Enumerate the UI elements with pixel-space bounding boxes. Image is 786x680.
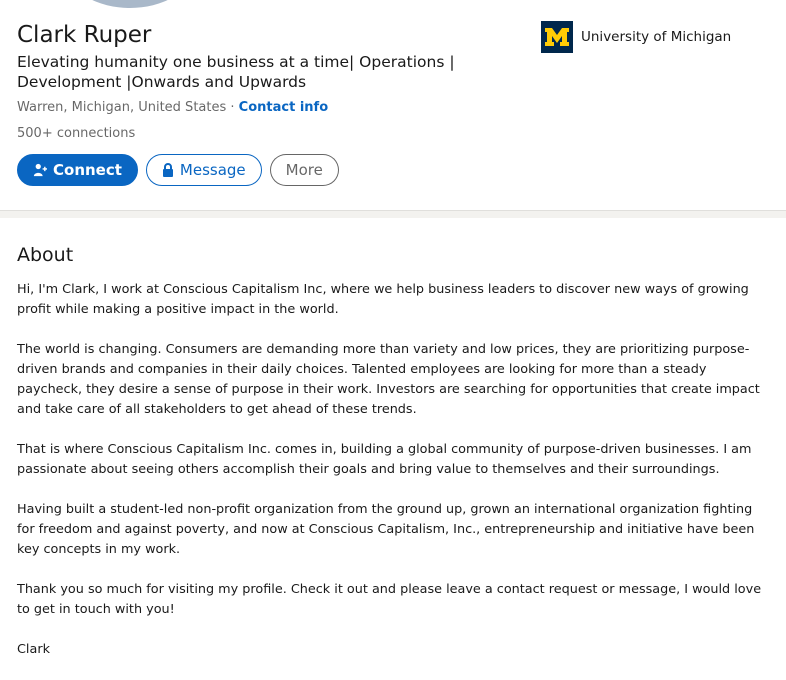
lock-icon: [162, 163, 173, 177]
connections-count[interactable]: 500+ connections: [17, 126, 135, 141]
about-heading: About: [17, 244, 74, 266]
university-of-michigan-logo: [541, 21, 573, 53]
about-text: Hi, I'm Clark, I work at Conscious Capit…: [17, 280, 772, 680]
profile-location-line: Warren, Michigan, United States · Contac…: [17, 100, 328, 115]
separator-dot: ·: [230, 100, 235, 115]
about-paragraph: The world is changing. Consumers are dem…: [17, 342, 760, 417]
more-button[interactable]: More: [269, 154, 339, 186]
add-person-icon: [33, 163, 47, 177]
more-label: More: [285, 161, 323, 179]
contact-info-link[interactable]: Contact info: [239, 100, 328, 115]
message-label: Message: [179, 161, 246, 179]
connect-button[interactable]: Connect: [17, 154, 138, 186]
profile-name: Clark Ruper: [17, 22, 152, 48]
school-name: University of Michigan: [581, 29, 732, 45]
about-paragraph: Thank you so much for visiting my profil…: [17, 582, 762, 617]
profile-photo[interactable]: [70, 0, 190, 8]
about-signature: Clark: [17, 642, 51, 657]
section-divider: [0, 210, 786, 218]
message-button[interactable]: Message: [145, 154, 262, 186]
profile-headline: Elevating humanity one business at a tim…: [17, 53, 455, 91]
location-text: Warren, Michigan, United States: [17, 100, 227, 115]
education-link[interactable]: University of Michigan: [541, 21, 731, 53]
about-paragraph: Having built a student-led non-profit or…: [17, 502, 755, 557]
connect-label: Connect: [53, 161, 122, 179]
about-paragraph: Hi, I'm Clark, I work at Conscious Capit…: [17, 282, 749, 317]
about-paragraph: That is where Conscious Capitalism Inc. …: [17, 442, 752, 477]
block-m-icon: [545, 28, 569, 46]
profile-actions: Connect Message More: [17, 154, 339, 186]
